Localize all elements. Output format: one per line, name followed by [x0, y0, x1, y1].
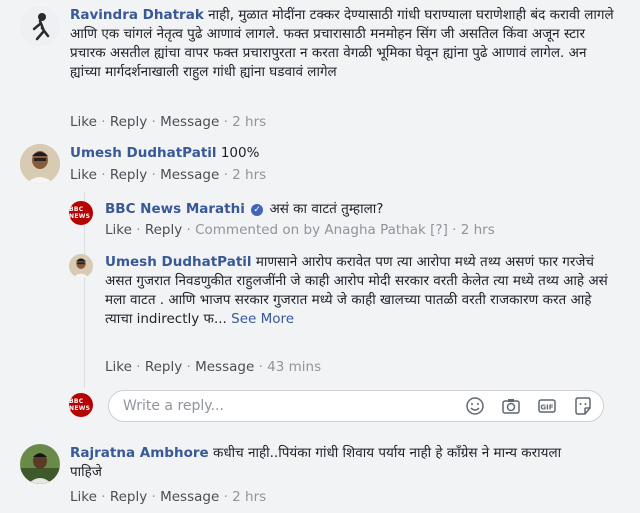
bbc-avatar[interactable]: BBC NEWS — [69, 393, 93, 417]
like-link[interactable]: Like — [70, 114, 97, 130]
reply-link[interactable]: Reply — [110, 489, 147, 505]
avatar[interactable] — [69, 254, 93, 278]
avatar[interactable] — [20, 444, 60, 484]
see-more-link[interactable]: See More — [231, 311, 294, 327]
comment-actions: Like · Reply · Message · 2 hrs — [70, 167, 267, 183]
reply-link[interactable]: Reply — [110, 114, 147, 130]
reply-link[interactable]: Reply — [145, 359, 182, 375]
comment-text: असं का वाटतं तुम्हाला? — [269, 201, 384, 217]
like-link[interactable]: Like — [70, 167, 97, 183]
timestamp[interactable]: 2 hrs — [232, 114, 266, 130]
message-link[interactable]: Message — [160, 489, 219, 505]
bbc-avatar[interactable]: BBC NEWS — [69, 201, 93, 225]
comment-actions: Like · Reply · Commented on by Anagha Pa… — [105, 222, 495, 238]
like-link[interactable]: Like — [105, 222, 132, 238]
comment-actions: Like · Reply · Message · 2 hrs — [70, 114, 267, 130]
comment-text: 100% — [220, 145, 260, 161]
timestamp[interactable]: 2 hrs — [461, 222, 495, 238]
like-link[interactable]: Like — [70, 489, 97, 505]
reply-link[interactable]: Reply — [145, 222, 182, 238]
avatar[interactable] — [20, 6, 60, 46]
like-link[interactable]: Like — [105, 359, 132, 375]
timestamp[interactable]: 2 hrs — [232, 489, 266, 505]
timestamp[interactable]: 43 mins — [267, 359, 321, 375]
verified-badge-icon: ✓ — [251, 204, 264, 216]
svg-text:GIF: GIF — [540, 404, 553, 412]
reply-link[interactable]: Reply — [110, 167, 147, 183]
reply-input[interactable] — [121, 397, 455, 415]
comment-author[interactable]: Umesh DudhatPatil — [105, 254, 252, 270]
avatar[interactable] — [20, 144, 60, 184]
gif-icon[interactable]: GIF — [537, 396, 557, 416]
comment-actions: Like · Reply · Message · 2 hrs — [70, 489, 267, 505]
comment-author[interactable]: Umesh DudhatPatil — [70, 145, 217, 161]
emoji-icon[interactable] — [465, 396, 485, 416]
commented-on-note[interactable]: Commented on by Anagha Pathak [?] — [195, 222, 448, 238]
timestamp[interactable]: 2 hrs — [232, 167, 266, 183]
message-link[interactable]: Message — [160, 114, 219, 130]
comment-author[interactable]: Rajratna Ambhore — [70, 445, 209, 461]
message-link[interactable]: Message — [195, 359, 254, 375]
camera-icon[interactable] — [501, 396, 521, 416]
bbc-badge: BBC NEWS — [69, 206, 91, 220]
comment-actions: Like · Reply · Message · 43 mins — [105, 359, 322, 375]
comment-author[interactable]: Ravindra Dhatrak — [70, 7, 204, 23]
bbc-badge: BBC NEWS — [69, 398, 91, 412]
sticker-icon[interactable] — [573, 396, 593, 416]
message-link[interactable]: Message — [160, 167, 219, 183]
comment-author[interactable]: BBC News Marathi — [105, 201, 245, 217]
reply-box[interactable]: GIF — [108, 390, 604, 422]
